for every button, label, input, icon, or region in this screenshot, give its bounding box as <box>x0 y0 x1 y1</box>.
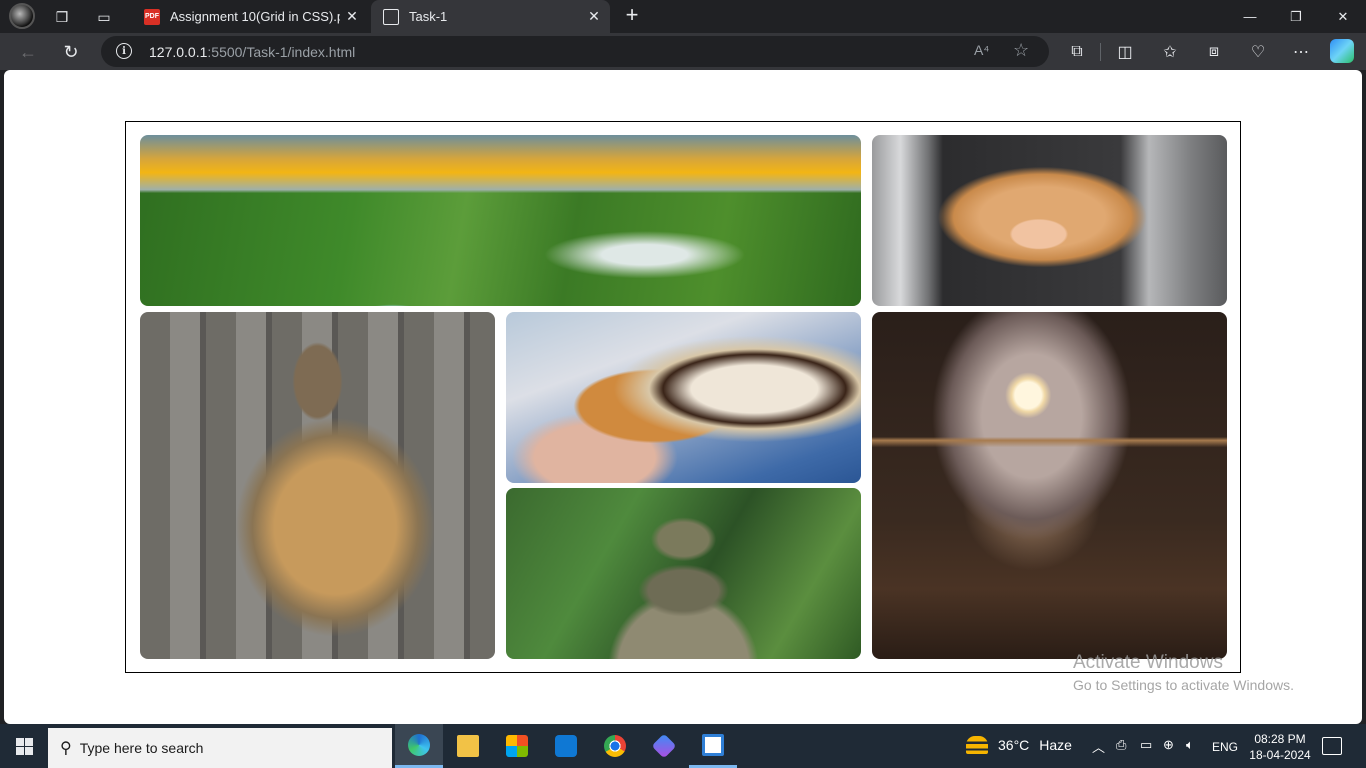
edge-icon <box>408 733 430 756</box>
search-placeholder: Type here to search <box>79 740 204 756</box>
reload-icon[interactable]: ↻ <box>58 39 84 65</box>
toolbar-divider <box>1100 43 1101 61</box>
url-path: :5500/Task-1/index.html <box>207 44 356 60</box>
editor-icon <box>702 733 724 756</box>
file-explorer-taskbar-button[interactable] <box>444 724 492 768</box>
workspaces-icon[interactable]: ❒ <box>51 6 73 28</box>
windows-taskbar: ⚲ Type here to search 36°C Haze ︿ ⎙ ▭ ⊕ … <box>0 724 1366 768</box>
chrome-icon <box>604 735 626 757</box>
weather-condition: Haze <box>1039 737 1072 753</box>
windows-logo-icon <box>15 737 33 755</box>
show-hidden-icons-chevron-icon[interactable]: ︿ <box>1092 737 1105 756</box>
page-viewport: Activate Windows Go to Settings to activ… <box>4 70 1362 724</box>
moon-sea-image <box>872 312 1227 659</box>
taskbar-search-box[interactable]: ⚲ Type here to search <box>48 728 392 768</box>
mail-icon <box>555 735 577 757</box>
tortoise-image <box>506 488 861 659</box>
chrome-taskbar-button[interactable] <box>591 724 639 768</box>
browser-toolbar: ← ↻ i 127.0.0.1:5500/Task-1/index.html A… <box>0 33 1366 70</box>
search-icon: ⚲ <box>60 740 72 757</box>
meet-now-icon[interactable]: ⎙ <box>1116 737 1126 753</box>
maximize-button[interactable]: ❐ <box>1273 0 1319 33</box>
weather-temperature: 36°C <box>998 737 1030 753</box>
site-info-icon[interactable]: i <box>116 43 132 59</box>
close-tab-icon[interactable]: ✕ <box>582 8 606 25</box>
favorites-icon[interactable]: ✩ <box>1157 39 1183 65</box>
notification-center-icon[interactable] <box>1322 737 1342 755</box>
dog-image <box>872 135 1227 306</box>
document-icon <box>383 8 399 25</box>
favorite-star-icon[interactable]: ☆ <box>1013 40 1029 61</box>
network-globe-icon[interactable]: ⊕ <box>1163 737 1174 753</box>
activate-windows-watermark: Activate Windows Go to Settings to activ… <box>1073 652 1294 693</box>
weather-widget[interactable]: 36°C Haze <box>966 736 1072 754</box>
copilot-taskbar-button[interactable] <box>640 724 688 768</box>
copilot-icon <box>651 733 677 759</box>
tab-task-1[interactable]: Task-1 ✕ <box>371 0 610 33</box>
minimize-button[interactable]: — <box>1227 0 1273 33</box>
image-grid-container <box>125 121 1241 673</box>
url-host: 127.0.0.1 <box>149 44 208 60</box>
browser-essentials-icon[interactable]: ♡ <box>1245 39 1271 65</box>
tab-strip: ❒ ▭ PDF Assignment 10(Grid in CSS).pdf ✕… <box>0 0 1366 33</box>
tab-assignment-pdf[interactable]: PDF Assignment 10(Grid in CSS).pdf ✕ <box>132 0 368 33</box>
battery-icon[interactable]: ▭ <box>1140 737 1152 753</box>
clock-date: 18-04-2024 <box>1249 748 1311 762</box>
close-tab-icon[interactable]: ✕ <box>340 8 364 25</box>
profile-avatar-icon[interactable] <box>9 3 35 29</box>
store-icon <box>506 735 528 757</box>
url-text[interactable]: 127.0.0.1:5500/Task-1/index.html <box>149 44 355 60</box>
code-editor-taskbar-button[interactable] <box>689 724 737 768</box>
close-window-button[interactable]: ✕ <box>1320 0 1366 33</box>
taskbar-clock[interactable]: 08:28 PM 18-04-2024 <box>1248 731 1312 763</box>
watermark-subtitle: Go to Settings to activate Windows. <box>1073 677 1294 693</box>
watermark-title: Activate Windows <box>1073 652 1223 673</box>
address-bar[interactable]: i 127.0.0.1:5500/Task-1/index.html A⁴ ☆ <box>101 36 1049 67</box>
read-aloud-icon[interactable]: A⁴ <box>974 42 989 58</box>
store-taskbar-button[interactable] <box>493 724 541 768</box>
copilot-icon[interactable] <box>1330 39 1354 63</box>
tab-title: Task-1 <box>409 9 448 24</box>
haze-weather-icon <box>966 736 988 754</box>
start-button[interactable] <box>0 724 48 768</box>
extensions-icon[interactable]: ⧉ <box>1064 39 1090 65</box>
squirrel-image <box>140 312 495 659</box>
tab-actions-icon[interactable]: ▭ <box>93 6 115 28</box>
new-tab-button[interactable]: + <box>621 2 643 27</box>
folder-icon <box>457 735 479 757</box>
landscape-image <box>140 135 861 306</box>
volume-icon[interactable]: 🔈︎ <box>1186 737 1194 753</box>
collections-icon[interactable]: ⧈ <box>1201 39 1227 65</box>
clock-time: 08:28 PM <box>1254 732 1306 746</box>
input-language-indicator[interactable]: ENG <box>1212 740 1238 754</box>
pdf-file-icon: PDF <box>144 8 160 25</box>
tab-title: Assignment 10(Grid in CSS).pdf <box>170 9 340 24</box>
ice-cream-taco-image <box>506 312 861 483</box>
more-options-icon[interactable]: ⋯ <box>1288 39 1314 65</box>
mail-taskbar-button[interactable] <box>542 724 590 768</box>
back-arrow-icon[interactable]: ← <box>15 39 41 65</box>
split-screen-icon[interactable]: ◫ <box>1112 39 1138 65</box>
edge-taskbar-button[interactable] <box>395 724 443 768</box>
